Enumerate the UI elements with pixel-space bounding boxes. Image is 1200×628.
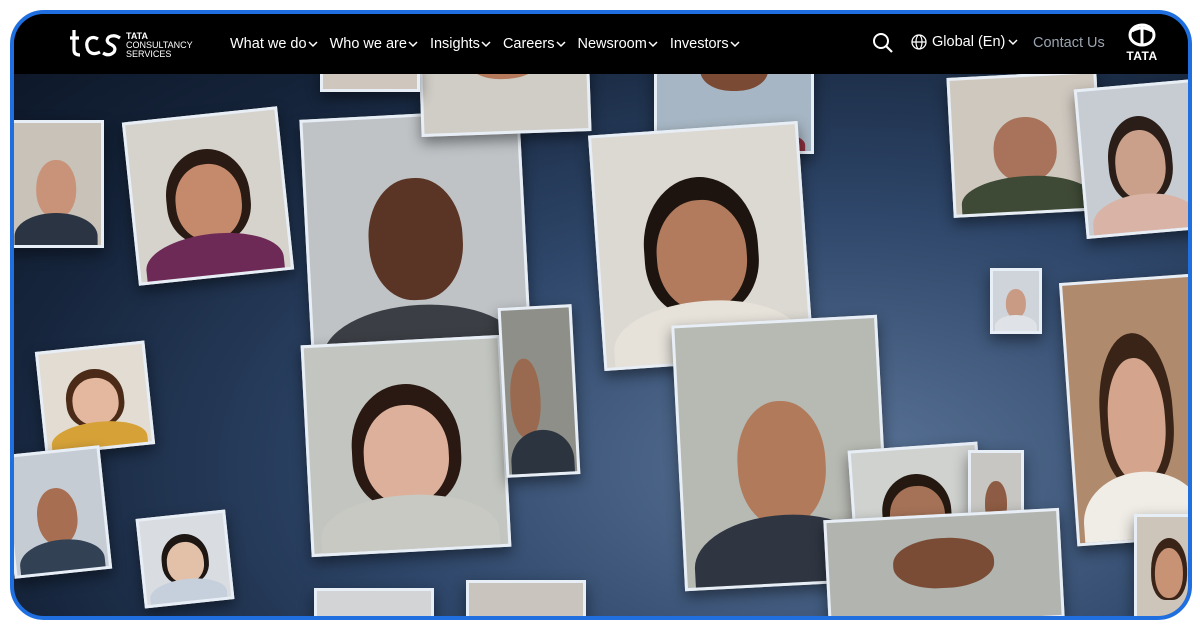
region-selector[interactable]: Global (En): [911, 34, 1018, 50]
nav-careers[interactable]: Careers: [503, 36, 566, 52]
photo-tile: [823, 507, 1065, 616]
nav-label: Insights: [429, 36, 480, 52]
tcs-logo[interactable]: TATA CONSULTANCY SERVICES: [70, 26, 198, 62]
photo-tile: [14, 120, 104, 248]
chevron-down-icon: [308, 41, 318, 48]
site-header: TATA CONSULTANCY SERVICES What we do Who…: [14, 14, 1188, 74]
hero-image: [14, 14, 1188, 616]
chevron-down-icon: [730, 41, 740, 48]
nav-investors[interactable]: Investors: [670, 36, 740, 52]
tata-wordmark: TATA: [1126, 49, 1158, 63]
photo-tile: [135, 509, 235, 609]
nav-label: Careers: [502, 36, 555, 52]
nav-what-we-do[interactable]: What we do: [230, 36, 318, 52]
photo-tile: [300, 334, 512, 558]
globe-icon: [911, 34, 927, 50]
tata-logo[interactable]: TATA: [1120, 23, 1168, 67]
tcs-logo-icon: [70, 30, 121, 57]
photo-tile: [1134, 514, 1188, 616]
chevron-down-icon: [555, 41, 566, 48]
nav-label: Who we are: [329, 36, 407, 52]
photo-tile: [990, 268, 1042, 334]
tcs-wordmark: TATA CONSULTANCY SERVICES: [126, 32, 193, 59]
nav-label: Newsroom: [577, 36, 647, 52]
browser-frame: TATA CONSULTANCY SERVICES What we do Who…: [10, 10, 1192, 620]
brand-line3: SERVICES: [126, 49, 172, 59]
search-icon[interactable]: [872, 32, 894, 54]
nav-label: What we do: [230, 36, 307, 52]
nav-label: Investors: [669, 36, 729, 52]
chevron-down-icon: [408, 41, 418, 48]
nav-newsroom[interactable]: Newsroom: [578, 36, 658, 52]
photo-tile: [121, 106, 295, 286]
nav-who-we-are[interactable]: Who we are: [330, 36, 418, 52]
chevron-down-icon: [481, 41, 491, 48]
photo-tile: [34, 340, 156, 456]
contact-us-link[interactable]: Contact Us: [1033, 35, 1105, 51]
nav-insights[interactable]: Insights: [430, 36, 491, 52]
chevron-down-icon: [1008, 39, 1018, 46]
photo-tile: [314, 588, 434, 616]
photo-tile: [1073, 79, 1188, 239]
photo-tile: [466, 580, 586, 616]
tata-logo-icon: [1128, 23, 1156, 47]
photo-tile: [14, 445, 113, 579]
region-label: Global (En): [932, 34, 1006, 50]
photo-tile: [497, 304, 581, 478]
main-nav: What we do Who we are Insights Careers N…: [230, 14, 740, 74]
photo-tile: [1058, 273, 1188, 547]
chevron-down-icon: [648, 41, 658, 48]
